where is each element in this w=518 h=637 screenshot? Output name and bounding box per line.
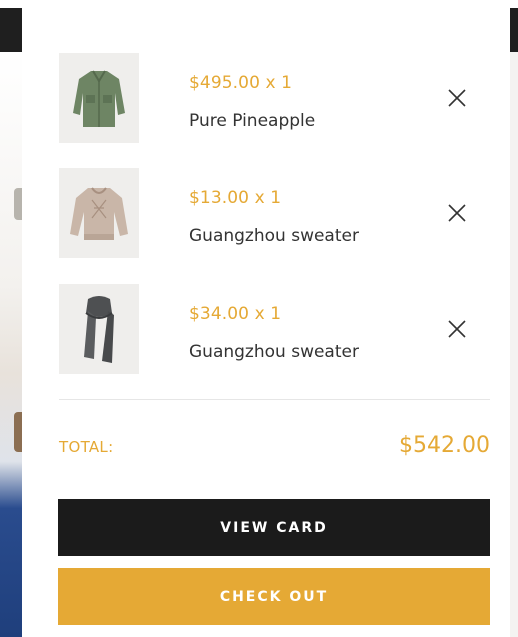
background-image-detail xyxy=(14,188,22,220)
total-value: $542.00 xyxy=(399,433,490,458)
item-price: $34.00 x 1 xyxy=(189,304,282,324)
grey-scarf-icon[interactable] xyxy=(59,284,139,374)
item-name[interactable]: Pure Pineapple xyxy=(189,111,315,131)
view-cart-button[interactable]: VIEW CARD xyxy=(58,499,490,556)
checkout-button[interactable]: CHECK OUT xyxy=(58,568,490,625)
remove-item-button[interactable] xyxy=(444,85,470,111)
cart-item: $34.00 x 1 Guangzhou sweater xyxy=(59,284,489,374)
item-price: $13.00 x 1 xyxy=(189,188,282,208)
remove-item-button[interactable] xyxy=(444,200,470,226)
close-icon xyxy=(448,320,466,338)
header-top-edge xyxy=(0,0,518,8)
background-image-strip xyxy=(0,52,22,637)
total-label: TOTAL: xyxy=(59,438,114,456)
background-image-detail xyxy=(14,412,22,452)
item-name[interactable]: Guangzhou sweater xyxy=(189,226,359,246)
close-icon xyxy=(448,89,466,107)
cart-item: $13.00 x 1 Guangzhou sweater xyxy=(59,168,489,258)
close-icon xyxy=(448,204,466,222)
green-jacket-icon[interactable] xyxy=(59,53,139,143)
item-name[interactable]: Guangzhou sweater xyxy=(189,342,359,362)
cart-item: $495.00 x 1 Pure Pineapple xyxy=(59,53,489,143)
divider xyxy=(59,399,490,400)
remove-item-button[interactable] xyxy=(444,316,470,342)
beige-sweater-icon[interactable] xyxy=(59,168,139,258)
mini-cart-dropdown: $495.00 x 1 Pure Pineapple $13.00 x 1 Gu… xyxy=(22,8,510,637)
item-price: $495.00 x 1 xyxy=(189,73,293,93)
